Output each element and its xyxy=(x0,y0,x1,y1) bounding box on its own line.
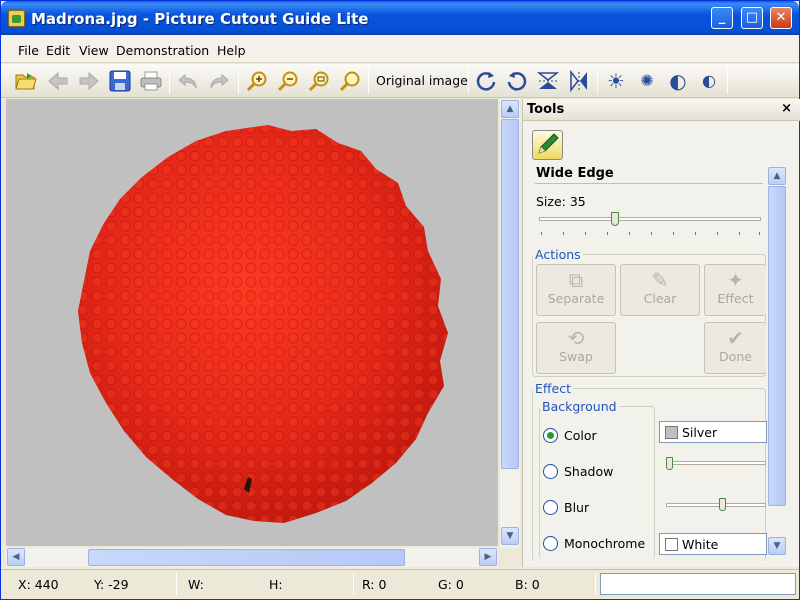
tools-panel-header: Tools × xyxy=(523,99,800,121)
blur-radio[interactable] xyxy=(543,500,558,515)
blur-slider[interactable] xyxy=(666,503,766,507)
size-slider-thumb[interactable] xyxy=(611,212,619,226)
save-icon[interactable] xyxy=(107,68,133,94)
original-image-button[interactable]: Original image xyxy=(376,73,468,88)
tools-close-icon[interactable]: × xyxy=(781,101,792,116)
background-group: Background xyxy=(539,399,655,559)
minimize-button[interactable]: _ xyxy=(711,7,733,29)
madrona-berry-image xyxy=(78,125,448,523)
size-slider[interactable] xyxy=(539,217,761,221)
status-bar: X: 440 Y: -29 W: H: R: 0 G: 0 B: 0 xyxy=(1,569,799,599)
brightness-down-icon[interactable]: ✺ xyxy=(634,68,660,94)
status-w: W: xyxy=(188,577,204,592)
zoom-in-icon[interactable] xyxy=(244,68,270,94)
scroll-up-icon[interactable]: ▲ xyxy=(501,100,519,118)
redo-icon[interactable] xyxy=(206,68,232,94)
menu-view[interactable]: View xyxy=(79,43,109,58)
window-title: Madrona.jpg - Picture Cutout Guide Lite xyxy=(31,10,369,28)
separate-button[interactable]: ⧉ Separate xyxy=(536,264,616,316)
zoom-actual-icon[interactable] xyxy=(337,68,363,94)
status-message-box xyxy=(600,573,796,595)
tools-title: Tools xyxy=(527,102,565,117)
canvas-horizontal-scrollbar[interactable]: ◀ ▶ xyxy=(6,548,498,567)
tools-scrollbar[interactable]: ▲ ▼ xyxy=(767,167,787,555)
effect-icon: ✦ xyxy=(727,268,744,292)
effect-legend: Effect xyxy=(535,381,571,396)
status-x: X: 440 xyxy=(18,577,59,592)
scroll-left-icon[interactable]: ◀ xyxy=(7,548,25,566)
done-button[interactable]: ✔ Done xyxy=(704,322,766,374)
zoom-fit-icon[interactable] xyxy=(306,68,332,94)
tools-scroll-down-icon[interactable]: ▼ xyxy=(768,537,786,555)
print-icon[interactable] xyxy=(138,68,164,94)
canvas-vertical-scrollbar[interactable]: ▲ ▼ xyxy=(500,99,520,548)
status-g: G: 0 xyxy=(438,577,464,592)
rotate-cw-icon[interactable] xyxy=(473,68,499,94)
background-legend: Background xyxy=(542,399,617,414)
monochrome-color-combo[interactable]: White xyxy=(659,533,767,555)
maximize-button[interactable]: □ xyxy=(741,7,763,29)
status-r: R: 0 xyxy=(362,577,387,592)
color-radio[interactable] xyxy=(543,428,558,443)
rotate-ccw-icon[interactable] xyxy=(504,68,530,94)
size-label: Size: 35 xyxy=(536,194,586,209)
separate-icon: ⧉ xyxy=(568,268,584,292)
pencil-tool-icon[interactable] xyxy=(532,130,563,160)
blur-radio-label: Blur xyxy=(564,500,590,515)
white-swatch xyxy=(665,538,678,551)
swap-button[interactable]: ⟲ Swap xyxy=(536,322,616,374)
app-window: Madrona.jpg - Picture Cutout Guide Lite … xyxy=(0,0,800,600)
scroll-down-icon[interactable]: ▼ xyxy=(501,527,519,545)
blur-slider-thumb[interactable] xyxy=(719,498,726,511)
undo-icon[interactable] xyxy=(175,68,201,94)
shadow-slider[interactable] xyxy=(666,461,766,465)
flip-horizontal-icon[interactable] xyxy=(566,68,592,94)
menu-edit[interactable]: Edit xyxy=(46,43,70,58)
menu-demonstration[interactable]: Demonstration xyxy=(116,43,209,58)
silver-swatch xyxy=(665,426,678,439)
menu-file[interactable]: File xyxy=(18,43,39,58)
background-color-combo[interactable]: Silver xyxy=(659,421,767,443)
close-button[interactable]: ✕ xyxy=(770,7,792,29)
clear-icon: ✎ xyxy=(651,268,669,292)
tools-scroll-up-icon[interactable]: ▲ xyxy=(768,167,786,185)
tools-panel: Tools × Wide Edge Size: 35 Actions ⧉ Sep… xyxy=(522,99,800,567)
done-icon: ✔ xyxy=(727,326,744,350)
flip-vertical-icon[interactable] xyxy=(535,68,561,94)
forward-icon[interactable] xyxy=(76,68,102,94)
toolbar: Original image ☀ ✺ ◐ ◐ xyxy=(1,64,799,98)
app-icon xyxy=(8,10,25,27)
status-h: H: xyxy=(269,577,283,592)
tool-name: Wide Edge xyxy=(536,166,614,181)
monochrome-radio[interactable] xyxy=(543,536,558,551)
zoom-out-icon[interactable] xyxy=(275,68,301,94)
back-icon[interactable] xyxy=(45,68,71,94)
tools-scroll-thumb[interactable] xyxy=(768,186,786,506)
image-canvas[interactable] xyxy=(6,99,498,546)
clear-button[interactable]: ✎ Clear xyxy=(620,264,700,316)
effect-button[interactable]: ✦ Effect xyxy=(704,264,766,316)
swap-icon: ⟲ xyxy=(567,326,585,350)
shadow-radio-label: Shadow xyxy=(564,464,614,479)
open-icon[interactable] xyxy=(13,68,39,94)
actions-legend: Actions xyxy=(535,247,581,262)
status-b: B: 0 xyxy=(515,577,540,592)
shadow-slider-thumb[interactable] xyxy=(666,457,673,470)
monochrome-radio-label: Monochrome xyxy=(564,536,646,551)
vertical-scroll-thumb[interactable] xyxy=(501,119,519,469)
horizontal-scroll-thumb[interactable] xyxy=(88,549,405,566)
status-y: Y: -29 xyxy=(94,577,129,592)
title-bar[interactable]: Madrona.jpg - Picture Cutout Guide Lite … xyxy=(1,1,799,35)
menu-help[interactable]: Help xyxy=(217,43,246,58)
contrast-down-icon[interactable]: ◐ xyxy=(696,68,722,94)
menu-bar: File Edit View Demonstration Help xyxy=(1,35,799,63)
brightness-up-icon[interactable]: ☀ xyxy=(603,68,629,94)
shadow-radio[interactable] xyxy=(543,464,558,479)
contrast-up-icon[interactable]: ◐ xyxy=(665,68,691,94)
color-radio-label: Color xyxy=(564,428,597,443)
scroll-right-icon[interactable]: ▶ xyxy=(479,548,497,566)
